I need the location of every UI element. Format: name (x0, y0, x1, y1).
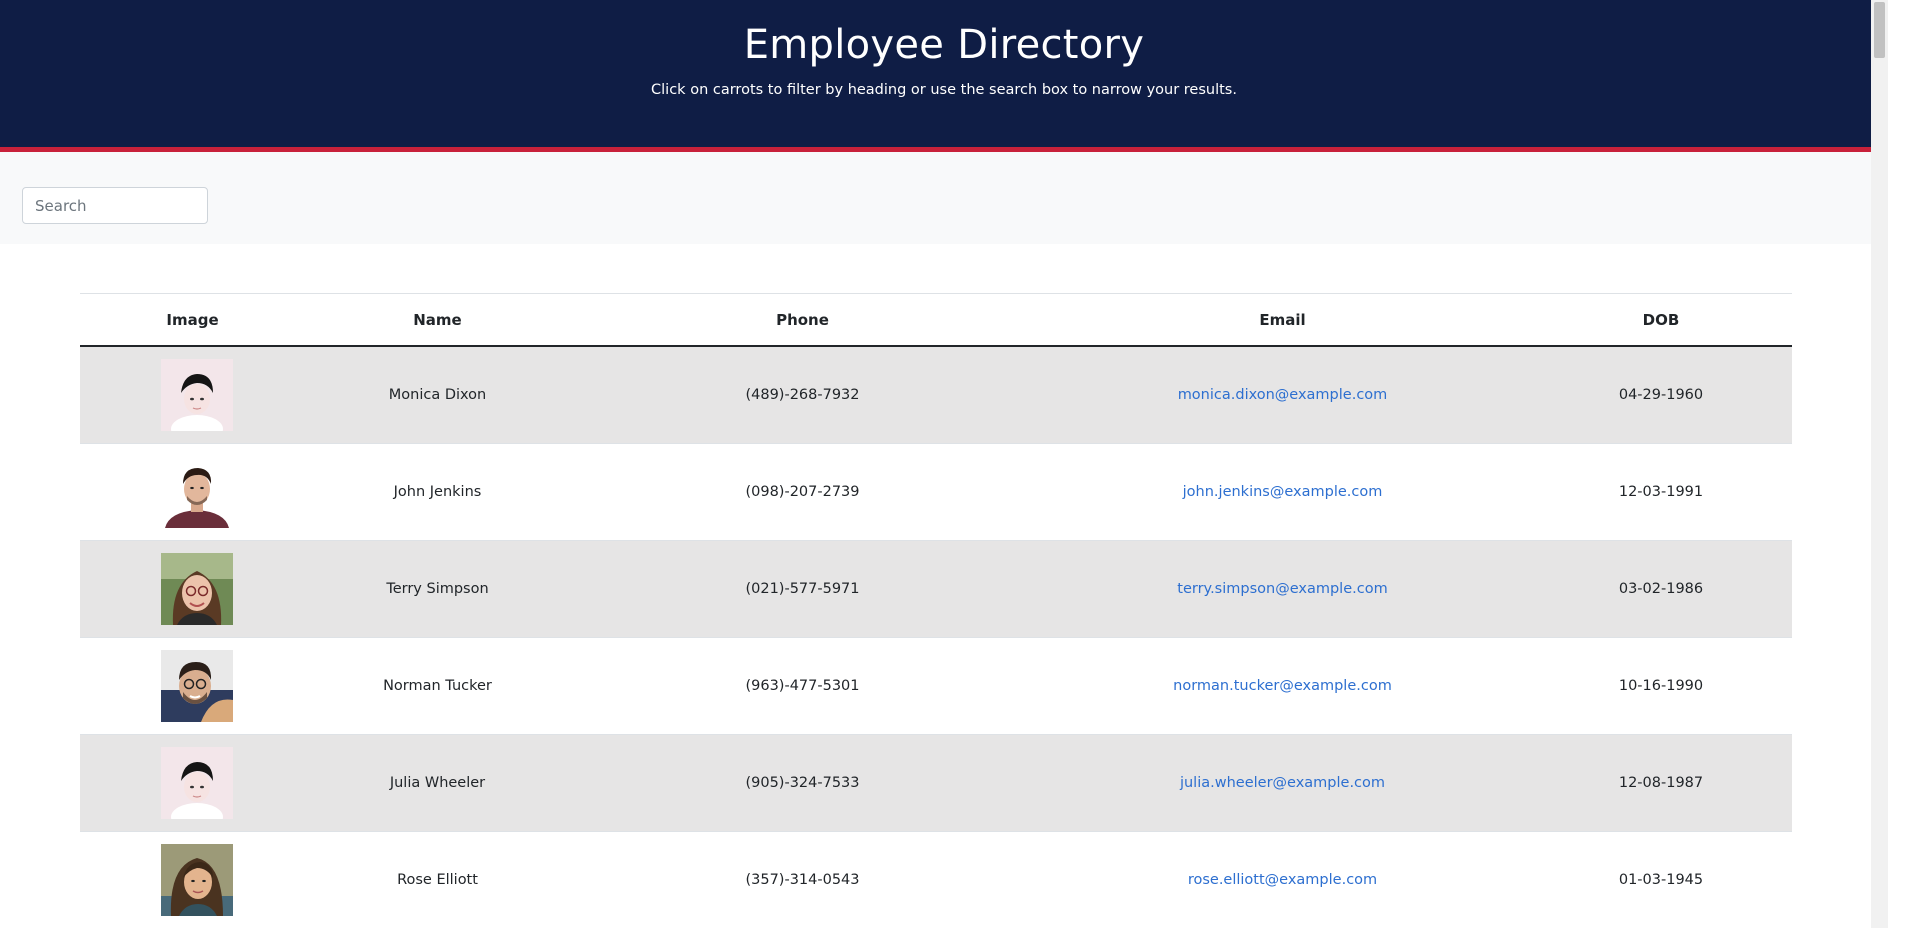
cell-phone: (905)-324-7533 (570, 733, 1035, 831)
cell-image (80, 733, 305, 831)
email-link[interactable]: john.jenkins@example.com (1183, 484, 1383, 500)
table-row: John Jenkins (098)-207-2739 john.jenkins@e… (80, 442, 1792, 540)
avatar (161, 455, 233, 528)
page: Employee Directory Click on carrots to f… (0, 0, 1888, 928)
column-header-dob[interactable]: DOB (1530, 293, 1792, 347)
cell-image (80, 636, 305, 734)
email-link[interactable]: norman.tucker@example.com (1173, 678, 1392, 694)
avatar (161, 843, 233, 916)
cell-email: julia.wheeler@example.com (1035, 733, 1530, 831)
cell-name: Julia Wheeler (305, 733, 570, 831)
column-header-phone[interactable]: Phone (570, 293, 1035, 347)
page-header: Employee Directory Click on carrots to f… (0, 0, 1888, 152)
cell-email: monica.dixon@example.com (1035, 345, 1530, 443)
employee-table-container: Image Name Phone Email DOB Monica Dixon(… (80, 293, 1792, 928)
cell-dob: 12-08-1987 (1530, 733, 1792, 831)
table-row: Terry Simpson (021)-577-5971 terry.simpson… (80, 539, 1792, 637)
cell-dob: 04-29-1960 (1530, 345, 1792, 443)
cell-name: John Jenkins (305, 442, 570, 540)
avatar (161, 649, 233, 722)
table-body: Monica Dixon (489)-268-7932 monica.dixon@e… (80, 345, 1792, 928)
cell-phone: (963)-477-5301 (570, 636, 1035, 734)
cell-image (80, 539, 305, 637)
table-header-row: Image Name Phone Email DOB (80, 293, 1792, 347)
cell-dob: 12-03-1991 (1530, 442, 1792, 540)
cell-phone: (357)-314-0543 (570, 830, 1035, 928)
cell-phone: (021)-577-5971 (570, 539, 1035, 637)
cell-email: norman.tucker@example.com (1035, 636, 1530, 734)
cell-dob: 01-03-1945 (1530, 830, 1792, 928)
column-header-name[interactable]: Name (305, 293, 570, 347)
search-bar (0, 152, 1888, 244)
avatar (161, 552, 233, 625)
cell-dob: 03-02-1986 (1530, 539, 1792, 637)
search-input[interactable] (22, 187, 208, 224)
cell-name: Rose Elliott (305, 830, 570, 928)
email-link[interactable]: terry.simpson@example.com (1177, 581, 1387, 597)
cell-image (80, 345, 305, 443)
cell-name: Terry Simpson (305, 539, 570, 637)
cell-email: john.jenkins@example.com (1035, 442, 1530, 540)
email-link[interactable]: julia.wheeler@example.com (1180, 775, 1385, 791)
avatar (161, 746, 233, 819)
cell-image (80, 442, 305, 540)
employee-table: Image Name Phone Email DOB Monica Dixon(… (80, 293, 1792, 928)
cell-image (80, 830, 305, 928)
table-row: Julia Wheeler (905)-324-7533 julia.wheeler… (80, 733, 1792, 831)
cell-dob: 10-16-1990 (1530, 636, 1792, 734)
cell-name: Monica Dixon (305, 345, 570, 443)
table-row: Monica Dixon (489)-268-7932 monica.dixon@e… (80, 345, 1792, 443)
email-link[interactable]: rose.elliott@example.com (1188, 872, 1377, 888)
cell-email: rose.elliott@example.com (1035, 830, 1530, 928)
table-header: Image Name Phone Email DOB (80, 293, 1792, 347)
table-row: Rose Elliott (357)-314-0543 rose.elliott@e… (80, 830, 1792, 928)
vertical-scrollbar[interactable] (1871, 0, 1888, 928)
cell-phone: (098)-207-2739 (570, 442, 1035, 540)
column-header-image[interactable]: Image (80, 293, 305, 347)
cell-email: terry.simpson@example.com (1035, 539, 1530, 637)
email-link[interactable]: monica.dixon@example.com (1178, 387, 1388, 403)
column-header-email[interactable]: Email (1035, 293, 1530, 347)
avatar (161, 358, 233, 431)
cell-phone: (489)-268-7932 (570, 345, 1035, 443)
cell-name: Norman Tucker (305, 636, 570, 734)
page-subtitle: Click on carrots to filter by heading or… (651, 82, 1237, 98)
scrollbar-thumb[interactable] (1874, 2, 1885, 58)
table-row: Norman Tucker (963)-477-5301 norman.tucker… (80, 636, 1792, 734)
page-title: Employee Directory (743, 22, 1145, 68)
